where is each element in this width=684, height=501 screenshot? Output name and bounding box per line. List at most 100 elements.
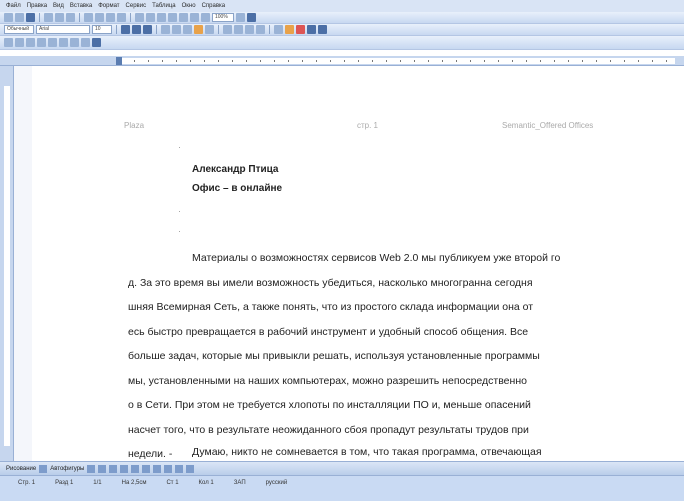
hyperlink-icon[interactable]: [157, 13, 166, 22]
paragraph-mark: ·: [178, 206, 181, 216]
menu-window[interactable]: Окно: [182, 3, 196, 9]
menu-insert[interactable]: Вставка: [70, 3, 92, 9]
spelling-icon[interactable]: [66, 13, 75, 22]
decrease-indent-icon[interactable]: [245, 25, 254, 34]
toolbar-icon[interactable]: [81, 38, 90, 47]
text-line: мы, установленными на наших компьютерах,…: [128, 374, 527, 387]
increase-indent-icon[interactable]: [256, 25, 265, 34]
numbering-icon[interactable]: [223, 25, 232, 34]
toolbar-icon[interactable]: [4, 38, 13, 47]
paragraph-mark: ·: [178, 226, 181, 236]
document-canvas: Plaza стр. 1 Semantic_Offered Offices · …: [14, 66, 684, 461]
save-icon[interactable]: [26, 13, 35, 22]
formatting-toolbar: Обычный Arial 10: [0, 24, 684, 36]
select-objects-icon[interactable]: [39, 464, 48, 473]
drawing-toolbar: Рисование Автофигуры: [0, 461, 684, 475]
menu-file[interactable]: Файл: [6, 3, 21, 9]
open-icon[interactable]: [15, 13, 24, 22]
text-line: Материалы о возможностях сервисов Web 2.…: [192, 252, 561, 264]
header-left: Plaza: [124, 121, 145, 130]
menu-table[interactable]: Таблица: [152, 3, 176, 9]
highlight-icon[interactable]: [285, 25, 294, 34]
menu-edit[interactable]: Правка: [27, 3, 47, 9]
header-right: Semantic_Offered Offices: [502, 121, 594, 130]
underline-icon[interactable]: [143, 25, 152, 34]
toolbar-icon[interactable]: [70, 38, 79, 47]
read-mode-icon[interactable]: [247, 13, 256, 22]
format-painter-icon[interactable]: [117, 13, 126, 22]
status-position: На 2,5см: [121, 480, 147, 486]
columns-icon[interactable]: [179, 13, 188, 22]
clipart-icon[interactable]: [153, 464, 162, 473]
new-document-icon[interactable]: [4, 13, 13, 22]
status-record[interactable]: ЗАП: [234, 480, 246, 486]
bullets-icon[interactable]: [234, 25, 243, 34]
italic-icon[interactable]: [132, 25, 141, 34]
oval-icon[interactable]: [120, 464, 129, 473]
undo-icon[interactable]: [135, 13, 144, 22]
print-preview-icon[interactable]: [55, 13, 64, 22]
paragraph-mark: ·: [178, 142, 181, 152]
toolbar-icon[interactable]: [48, 38, 57, 47]
table-icon[interactable]: [168, 13, 177, 22]
textbox-icon[interactable]: [131, 464, 140, 473]
line-color-icon[interactable]: [175, 464, 184, 473]
cut-icon[interactable]: [84, 13, 93, 22]
print-icon[interactable]: [44, 13, 53, 22]
draw-menu[interactable]: Рисование: [6, 466, 36, 472]
document-page[interactable]: Plaza стр. 1 Semantic_Offered Offices · …: [32, 66, 684, 461]
align-center-icon[interactable]: [172, 25, 181, 34]
font-select[interactable]: Arial: [36, 25, 90, 34]
font-color-icon[interactable]: [186, 464, 195, 473]
wordart-icon[interactable]: [142, 464, 151, 473]
align-right-icon[interactable]: [183, 25, 192, 34]
grow-font-icon[interactable]: [307, 25, 316, 34]
autoshapes-menu[interactable]: Автофигуры: [50, 466, 84, 472]
help-icon[interactable]: [236, 13, 245, 22]
shrink-font-icon[interactable]: [318, 25, 327, 34]
paste-icon[interactable]: [106, 13, 115, 22]
toolbar-separator: [218, 25, 219, 34]
toolbar-icon[interactable]: [26, 38, 35, 47]
vertical-ruler-scale: [4, 86, 10, 446]
header-center: стр. 1: [357, 121, 379, 130]
text-line: больше задач, которые мы привыкли решать…: [128, 350, 540, 362]
menu-tools[interactable]: Сервис: [126, 3, 147, 9]
justify-icon[interactable]: [194, 25, 203, 34]
toolbar-icon[interactable]: [15, 38, 24, 47]
rectangle-icon[interactable]: [109, 464, 118, 473]
menu-help[interactable]: Справка: [202, 3, 226, 9]
menu-view[interactable]: Вид: [53, 3, 64, 9]
paragraph-marks-icon[interactable]: [201, 13, 210, 22]
zoom-select[interactable]: 100%: [212, 13, 234, 22]
menu-format[interactable]: Формат: [98, 3, 119, 9]
toolbar-icon[interactable]: [92, 38, 101, 47]
line-icon[interactable]: [87, 464, 96, 473]
vertical-ruler[interactable]: [0, 66, 14, 461]
status-language[interactable]: русский: [266, 480, 288, 486]
toolbar-icon[interactable]: [59, 38, 68, 47]
font-size-select[interactable]: 10: [92, 25, 112, 34]
author-name: Александр Птица: [192, 164, 279, 175]
text-line: о в Сети. При этом не требуется хлопоты …: [128, 399, 531, 411]
align-left-icon[interactable]: [161, 25, 170, 34]
ruler-scale: [120, 58, 675, 64]
status-page: Стр. 1: [18, 480, 36, 486]
fill-color-icon[interactable]: [164, 464, 173, 473]
standard-toolbar: 100%: [0, 12, 684, 24]
indent-marker[interactable]: [116, 57, 122, 65]
status-bar: Стр. 1 Разд 1 1/1 На 2,5см Ст 1 Кол 1 ЗА…: [0, 475, 684, 501]
second-paragraph: Думаю, никто не сомневается в том, что т…: [192, 446, 542, 458]
style-select[interactable]: Обычный: [4, 25, 34, 34]
border-icon[interactable]: [274, 25, 283, 34]
line-spacing-icon[interactable]: [205, 25, 214, 34]
arrow-icon[interactable]: [98, 464, 107, 473]
toolbar-icon[interactable]: [37, 38, 46, 47]
font-color-icon[interactable]: [296, 25, 305, 34]
bold-icon[interactable]: [121, 25, 130, 34]
drawing-icon[interactable]: [190, 13, 199, 22]
toolbar-separator: [156, 25, 157, 34]
horizontal-ruler[interactable]: [0, 56, 684, 66]
copy-icon[interactable]: [95, 13, 104, 22]
redo-icon[interactable]: [146, 13, 155, 22]
